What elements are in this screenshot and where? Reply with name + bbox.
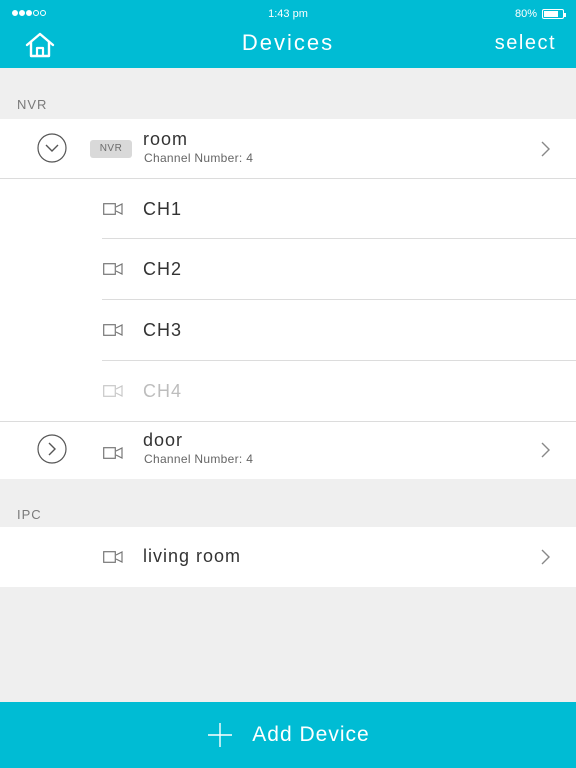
video-camera-icon <box>103 203 123 215</box>
nvr-badge: NVR <box>90 140 132 158</box>
video-camera-icon <box>103 447 123 459</box>
section-label-nvr: NVR <box>17 97 48 112</box>
channel-row-ch4[interactable]: CH4 <box>0 361 576 421</box>
video-camera-icon <box>103 324 123 336</box>
section-label-ipc: IPC <box>17 507 42 522</box>
disclosure-room[interactable] <box>540 140 552 158</box>
device-name: door <box>143 430 184 450</box>
channel-number: Channel Number: 4 <box>144 151 254 165</box>
channel-name: CH2 <box>143 259 183 279</box>
battery-indicator: 80% <box>514 8 566 20</box>
device-name: room <box>143 129 189 149</box>
select-button[interactable]: select <box>495 32 556 55</box>
chevron-right-icon <box>541 442 550 458</box>
chevron-right-icon <box>541 141 550 157</box>
channel-name: CH3 <box>143 320 183 340</box>
nvr-device-list: NVR room Channel Number: 4 CH1 CH2 CH3 C… <box>0 119 576 479</box>
page-title: Devices <box>241 30 335 55</box>
device-row-room[interactable]: NVR room Channel Number: 4 <box>0 119 576 179</box>
status-bar: 1:43 pm 80% <box>0 0 576 28</box>
video-camera-icon <box>103 551 123 563</box>
device-name: living room <box>143 546 242 566</box>
channel-row-ch2[interactable]: CH2 <box>0 239 576 299</box>
disclosure-living-room[interactable] <box>540 548 552 566</box>
expand-toggle-door[interactable] <box>37 434 67 464</box>
channel-number: Channel Number: 4 <box>144 452 254 466</box>
disclosure-door[interactable] <box>540 441 552 459</box>
ipc-device-list: living room <box>0 527 576 587</box>
add-device-button[interactable]: Add Device <box>0 702 576 768</box>
chevron-down-circle-icon <box>37 133 67 163</box>
expand-toggle-room[interactable] <box>37 133 67 163</box>
channel-row-ch3[interactable]: CH3 <box>0 300 576 360</box>
channel-row-ch1[interactable]: CH1 <box>0 179 576 239</box>
add-device-label: Add Device <box>252 723 370 746</box>
video-camera-icon <box>103 385 123 397</box>
status-time: 1:43 pm <box>268 8 308 20</box>
device-row-door[interactable]: door Channel Number: 4 <box>0 422 576 479</box>
battery-icon <box>542 9 566 19</box>
channel-name: CH4 <box>143 381 183 401</box>
header-bar: 1:43 pm 80% Devices select <box>0 0 576 68</box>
battery-percent: 80% <box>514 8 537 20</box>
chevron-right-circle-icon <box>37 434 67 464</box>
plus-icon <box>208 723 233 747</box>
chevron-right-icon <box>541 549 550 565</box>
channel-name: CH1 <box>143 199 183 219</box>
video-camera-icon <box>103 263 123 275</box>
device-row-living-room[interactable]: living room <box>0 527 576 587</box>
